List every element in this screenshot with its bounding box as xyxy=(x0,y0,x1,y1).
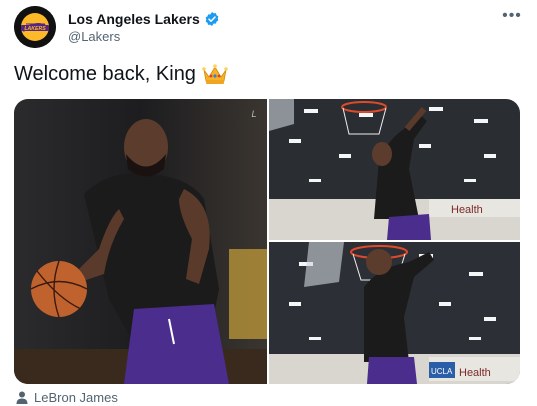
media-photo-3[interactable]: UCLA Health xyxy=(269,242,520,384)
tweet-card: LAKERS Los Angeles Lakers @Lakers ••• We… xyxy=(0,0,537,406)
more-options-icon[interactable]: ••• xyxy=(496,6,528,26)
verified-badge-icon xyxy=(204,11,220,27)
crown-emoji-icon xyxy=(202,63,228,86)
lakers-logo-icon: LAKERS xyxy=(14,6,56,48)
svg-text:LAKERS: LAKERS xyxy=(24,26,46,32)
avatar[interactable]: LAKERS xyxy=(14,6,56,48)
svg-text:L: L xyxy=(251,109,256,119)
author-name[interactable]: Los Angeles Lakers xyxy=(68,11,200,27)
media-photo-2[interactable]: Health xyxy=(269,99,520,240)
svg-text:Health: Health xyxy=(451,204,483,216)
author-name-row: Los Angeles Lakers xyxy=(68,10,220,28)
tagged-user-name[interactable]: LeBron James xyxy=(34,390,118,405)
media-grid: L Health UCLA Health xyxy=(14,99,520,384)
player-dunk-photo-icon: Health xyxy=(269,99,520,240)
tweet-text-content: Welcome back, King xyxy=(14,63,196,85)
tagged-user[interactable]: LeBron James xyxy=(16,389,118,405)
tweet-text: Welcome back, King xyxy=(14,63,228,86)
player-dunk-photo-icon: UCLA Health xyxy=(269,242,520,384)
svg-text:Health: Health xyxy=(459,367,491,379)
person-icon xyxy=(16,391,28,404)
player-dribbling-photo-icon: L xyxy=(14,99,267,384)
svg-text:UCLA: UCLA xyxy=(431,367,453,376)
media-photo-1[interactable]: L xyxy=(14,99,267,384)
author-handle[interactable]: @Lakers xyxy=(68,29,120,44)
